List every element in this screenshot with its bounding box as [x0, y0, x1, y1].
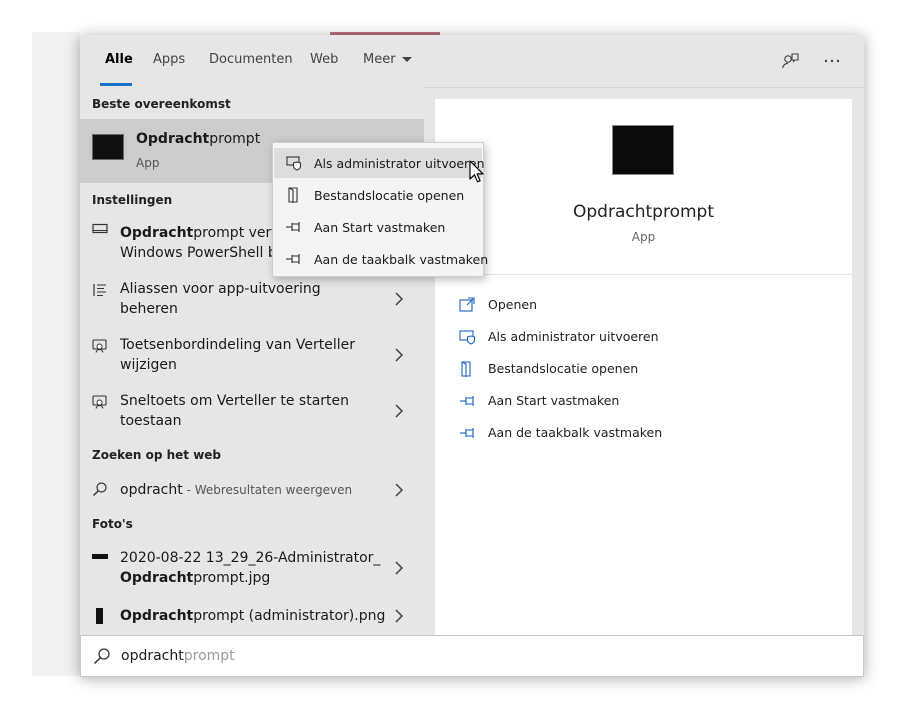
pin-icon: [459, 393, 477, 409]
preview-title: Opdrachtprompt: [573, 202, 714, 222]
background-window-edge: [32, 32, 80, 676]
file-location-icon: [459, 361, 477, 377]
ctx-label: Als administrator uitvoeren: [314, 156, 485, 171]
display-icon: [92, 221, 108, 237]
chevron-right-icon: [394, 609, 404, 623]
search-window: Alle Apps Documenten Web Meer Beste over…: [80, 35, 864, 677]
context-menu: Als administrator uitvoeren Bestandsloca…: [272, 142, 488, 277]
best-match-title: Opdrachtprompt: [136, 131, 261, 147]
image-icon: [92, 550, 108, 566]
chevron-right-icon: [394, 561, 404, 575]
narrator-icon: [92, 338, 108, 354]
chevron-down-icon: [401, 57, 412, 62]
list-icon: [92, 282, 108, 298]
mouse-cursor-icon: [469, 160, 485, 184]
web-search-label: opdracht - Webresultaten weergeven: [120, 482, 353, 498]
ctx-pin-to-start[interactable]: Aan Start vastmaken: [274, 212, 482, 242]
pin-icon: [459, 425, 477, 441]
search-autocomplete-hint: prompt: [183, 648, 235, 664]
section-best-match: Beste overeenkomst: [92, 97, 231, 111]
tab-meer-label: Meer: [363, 52, 396, 67]
admin-shield-icon: [459, 329, 477, 345]
tab-meer[interactable]: Meer: [363, 52, 412, 67]
ctx-label: Bestandslocatie openen: [314, 188, 465, 203]
list-item[interactable]: Aliassen voor app-uitvoering beheren: [80, 279, 424, 327]
search-icon: [93, 647, 111, 665]
file-location-icon: [286, 187, 302, 203]
list-item-label: Sneltoets om Verteller te starten toestaa…: [120, 393, 350, 429]
pin-icon: [286, 219, 302, 235]
action-label: Aan Start vastmaken: [488, 393, 620, 408]
chevron-right-icon: [394, 404, 404, 418]
list-item-label: Aliassen voor app-uitvoering beheren: [120, 281, 321, 317]
preview-subtitle: App: [631, 230, 656, 244]
list-item[interactable]: Sneltoets om Verteller te starten toestaa…: [80, 391, 424, 439]
ctx-pin-to-taskbar[interactable]: Aan de taakbalk vastmaken: [274, 244, 488, 274]
cmd-app-icon: [612, 125, 674, 175]
open-icon: [459, 297, 477, 313]
preview-pane: Opdrachtprompt App Openen Als administra…: [435, 99, 852, 635]
action-label: Aan de taakbalk vastmaken: [488, 425, 663, 440]
divider: [435, 274, 852, 275]
cmd-app-icon: [92, 134, 124, 160]
web-search-item[interactable]: opdracht - Webresultaten weergeven: [80, 477, 424, 507]
tab-bar: Alle Apps Documenten Web Meer: [80, 35, 864, 88]
admin-shield-icon: [286, 155, 302, 171]
ctx-open-file-location[interactable]: Bestandslocatie openen: [274, 180, 482, 210]
action-label: Openen: [488, 297, 537, 312]
ctx-label: Aan Start vastmaken: [314, 220, 446, 235]
ctx-run-as-admin[interactable]: Als administrator uitvoeren: [274, 148, 485, 178]
chevron-right-icon: [394, 292, 404, 306]
search-icon: [92, 481, 108, 497]
action-label: Bestandslocatie openen: [488, 361, 639, 376]
list-item[interactable]: Toetsenbordindeling van Verteller wijzige…: [80, 335, 424, 383]
more-options-icon[interactable]: [822, 51, 842, 71]
section-web: Zoeken op het web: [92, 448, 222, 462]
search-input[interactable]: opdrachtprompt: [121, 648, 235, 664]
ctx-label: Aan de taakbalk vastmaken: [314, 252, 489, 267]
list-item[interactable]: 2020-08-22 13_29_26-Administrator_ Opdrac…: [80, 548, 424, 596]
best-match-subtitle: App: [136, 156, 160, 170]
chevron-right-icon: [394, 483, 404, 497]
feedback-icon[interactable]: [780, 51, 800, 71]
tab-web[interactable]: Web: [310, 52, 338, 67]
action-label: Als administrator uitvoeren: [488, 329, 659, 344]
list-item[interactable]: Opdrachtprompt (administrator).png: [80, 605, 424, 631]
list-item-label: Opdrachtprompt (administrator).png: [120, 608, 386, 624]
list-item-label: Toetsenbordindeling van Verteller wijzige…: [120, 337, 356, 373]
narrator-icon: [92, 394, 108, 410]
pin-icon: [286, 251, 302, 267]
tab-documenten[interactable]: Documenten: [209, 52, 293, 67]
image-icon: [92, 608, 108, 624]
chevron-right-icon: [394, 348, 404, 362]
section-settings: Instellingen: [92, 193, 173, 207]
list-item-label: Opdrachtprompt verva Windows PowerShell b…: [120, 225, 289, 261]
active-tab-indicator: [100, 83, 132, 86]
tab-alle[interactable]: Alle: [105, 52, 133, 67]
tab-apps[interactable]: Apps: [153, 52, 185, 67]
section-photos: Foto's: [92, 517, 133, 531]
search-box[interactable]: opdrachtprompt: [80, 635, 864, 677]
list-item-label: 2020-08-22 13_29_26-Administrator_ Opdrac…: [120, 550, 381, 586]
